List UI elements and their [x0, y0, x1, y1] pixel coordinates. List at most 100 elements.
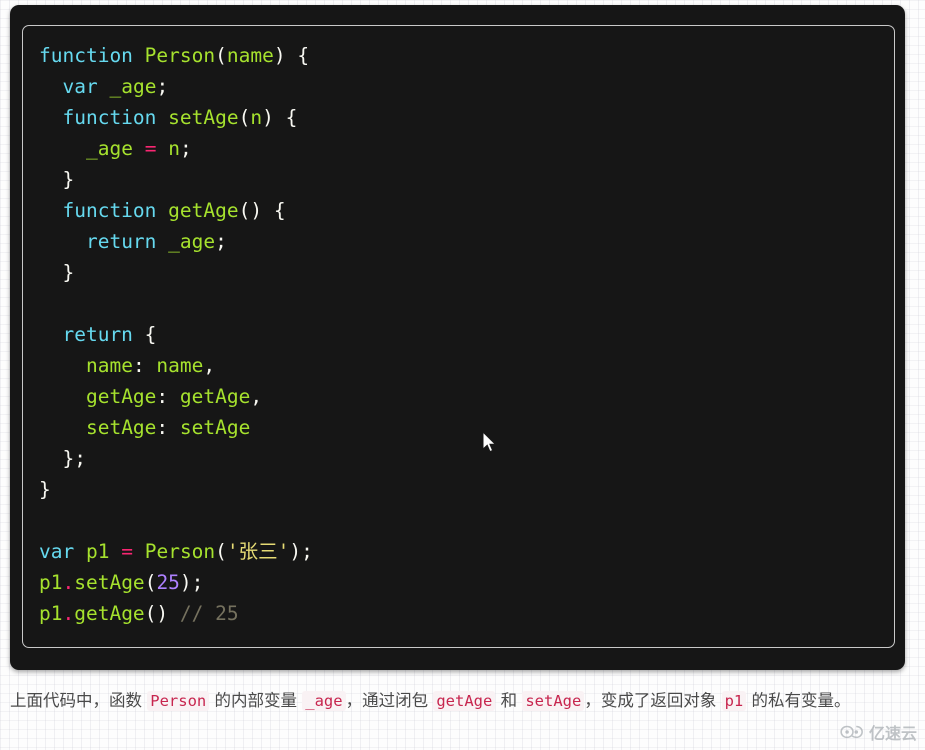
code-token: ;	[156, 75, 169, 98]
caption-text: 的内部变量	[209, 691, 303, 710]
code-token: ;	[215, 230, 227, 253]
code-token: return	[62, 323, 133, 346]
inline-code: Person	[147, 691, 210, 711]
code-token: setAge	[74, 571, 145, 594]
code-token: p1	[85, 540, 110, 563]
cloud-logo-icon	[840, 725, 863, 738]
code-line: var p1 = Person('张三');	[39, 540, 313, 563]
code-block-card: function Person(name) { var _age; functi…	[10, 5, 905, 670]
code-token: '张三'	[226, 540, 290, 563]
code-token: function	[62, 106, 157, 129]
code-line: p1.setAge(25);	[39, 571, 203, 594]
code-token: setAge	[179, 416, 251, 439]
code-token: setAge	[168, 106, 239, 129]
inline-code: p1	[721, 691, 747, 711]
code-token: () {	[238, 199, 286, 222]
code-token: getAge	[85, 385, 157, 408]
code-token: ,	[203, 354, 216, 377]
code-token: getAge	[168, 199, 239, 222]
code-token: (	[215, 540, 227, 563]
inline-code: _age	[302, 691, 346, 711]
inline-code: setAge	[522, 691, 585, 711]
code-line: _age = n;	[39, 137, 192, 160]
code-token: Person	[144, 44, 216, 67]
code-token: (	[238, 106, 251, 129]
code-token: name	[85, 354, 133, 377]
caption-text: 和	[495, 691, 523, 710]
code-token: // 25	[179, 602, 239, 625]
code-token: ()	[144, 602, 180, 625]
code-block-inner[interactable]: function Person(name) { var _age; functi…	[22, 25, 895, 648]
code-line: }	[39, 478, 51, 501]
code-token: .	[62, 571, 75, 594]
code-token: }	[39, 168, 75, 191]
caption-text: ，通过闭包	[345, 691, 434, 710]
code-line: }	[39, 261, 74, 284]
code-token: return	[85, 230, 157, 253]
code-token: name	[156, 354, 204, 377]
caption-paragraph: 上面代码中，函数 Person 的内部变量 _age ，通过闭包 getAge 和…	[10, 686, 910, 716]
code-line: function Person(name) {	[39, 44, 309, 67]
caption-text: ，变成了返回对象	[584, 691, 722, 710]
caption-text: 的私有变量。	[746, 691, 851, 710]
code-token: (	[144, 571, 157, 594]
code-line: setAge: setAge	[39, 416, 250, 439]
code-token: }	[39, 261, 75, 284]
code-token: function	[62, 199, 157, 222]
code-token: var	[39, 540, 75, 563]
code-line: p1.getAge() // 25	[39, 602, 239, 625]
code-token: (	[215, 44, 227, 67]
code-token: n	[250, 106, 263, 129]
code-line: getAge: getAge,	[39, 385, 262, 408]
code-token: .	[62, 602, 75, 625]
code-token: ;	[179, 137, 192, 160]
code-token: ) {	[262, 106, 298, 129]
code-line: function setAge(n) {	[39, 106, 297, 129]
code-token: =	[144, 137, 157, 160]
code-token: );	[289, 540, 313, 563]
code-content[interactable]: function Person(name) { var _age; functi…	[23, 26, 894, 629]
code-token: _age	[168, 230, 216, 253]
code-line: return _age;	[39, 230, 227, 253]
code-token: }	[39, 478, 51, 501]
code-line: };	[39, 447, 86, 470]
code-token: p1	[39, 602, 63, 625]
code-line: var _age;	[39, 75, 168, 98]
code-token: :	[156, 416, 180, 439]
code-token: };	[39, 447, 86, 470]
code-token: setAge	[85, 416, 157, 439]
inline-code: getAge	[433, 691, 496, 711]
code-token: p1	[39, 571, 63, 594]
code-token: ,	[250, 385, 263, 408]
code-token: getAge	[74, 602, 145, 625]
code-token: var	[62, 75, 98, 98]
code-token: :	[156, 385, 180, 408]
code-token: Person	[144, 540, 216, 563]
code-token: _age	[109, 75, 157, 98]
code-line: name: name,	[39, 354, 215, 377]
watermark-text: 亿速云	[868, 724, 917, 743]
code-token: ) {	[273, 44, 310, 67]
code-token: function	[39, 44, 133, 67]
code-token: name	[226, 44, 274, 67]
code-token: getAge	[179, 385, 251, 408]
code-token: );	[179, 571, 204, 594]
